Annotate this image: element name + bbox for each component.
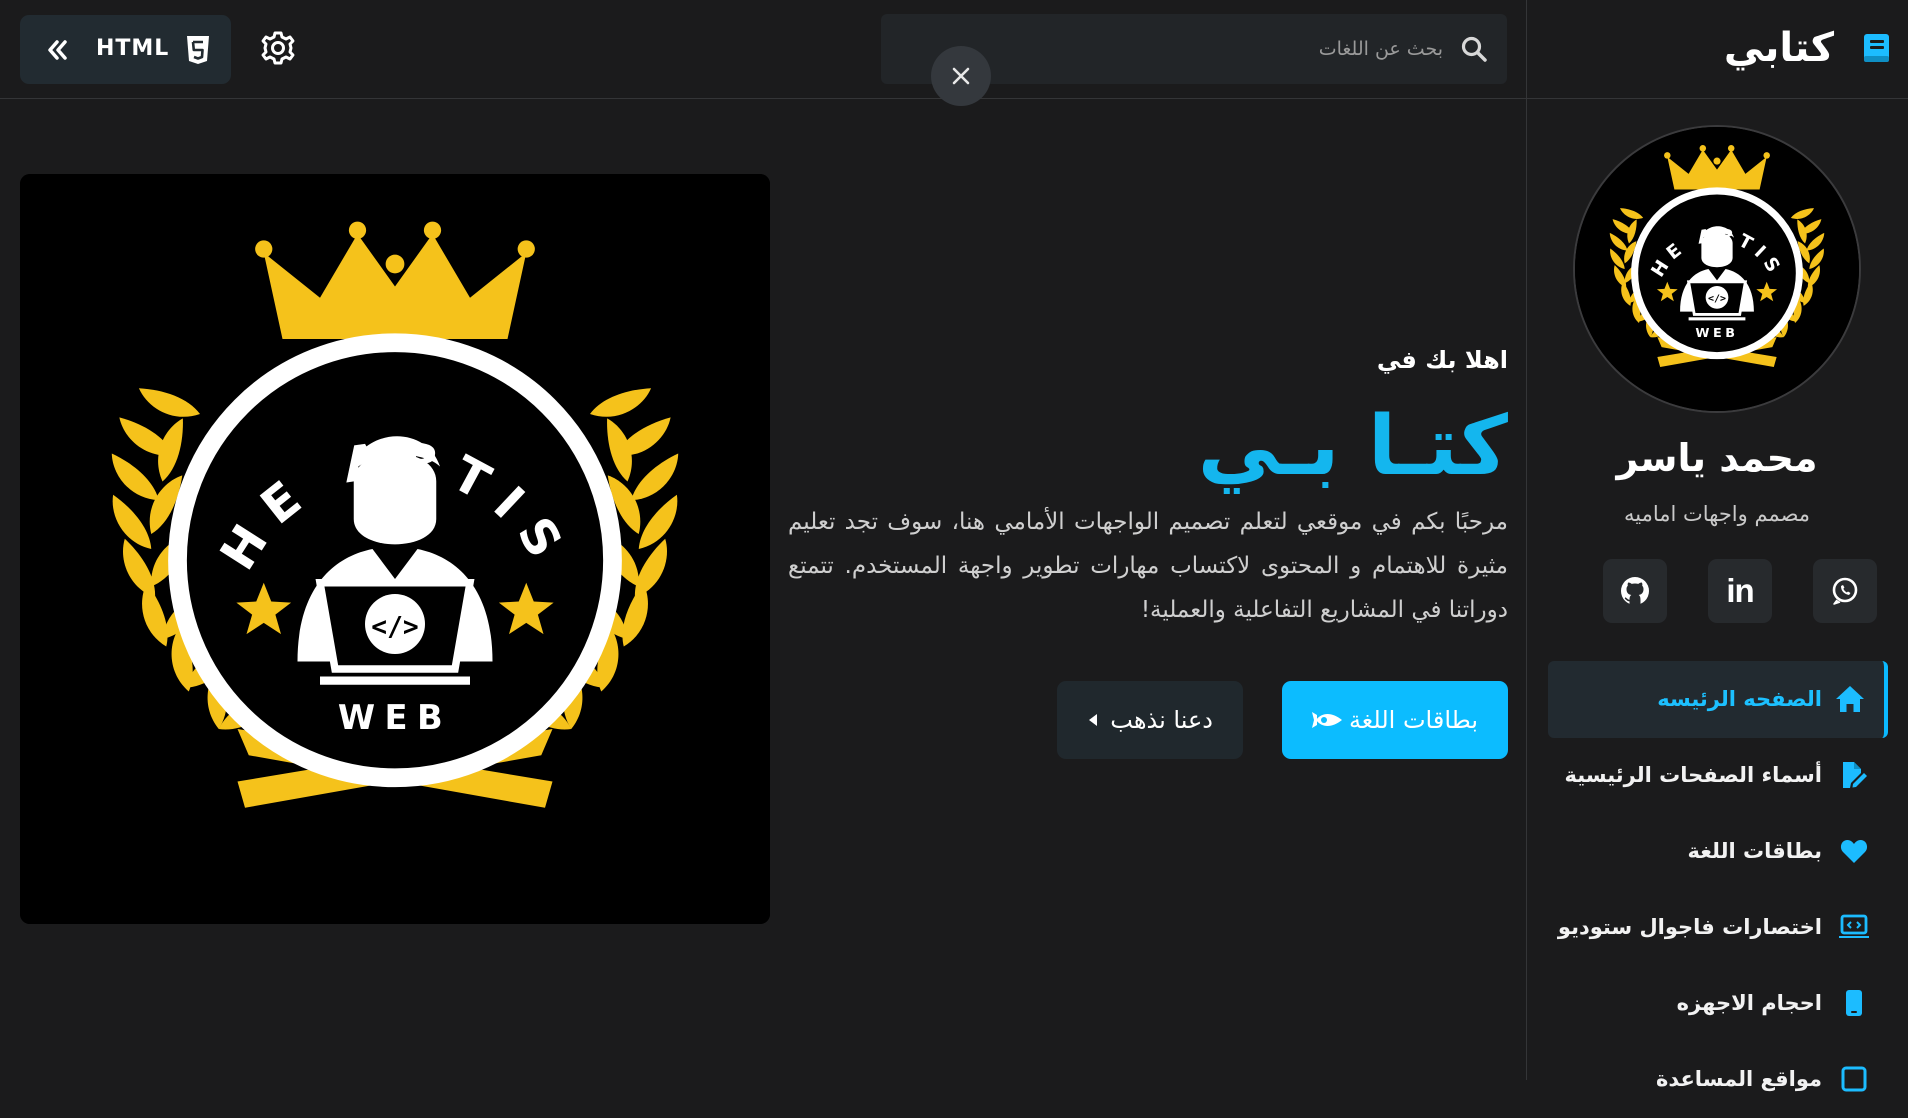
language-cards-button-label: بطاقات اللغة (1348, 706, 1478, 734)
top-bar: HTML (0, 0, 1526, 106)
lets-go-button[interactable]: دعنا نذهب (1057, 681, 1243, 759)
link-icon (1841, 1066, 1867, 1092)
brand-title: كتابي (1723, 25, 1834, 71)
close-search-button[interactable] (931, 46, 991, 106)
whatsapp-icon (1832, 577, 1858, 605)
mobile-icon (1846, 990, 1862, 1016)
search-icon (1461, 36, 1487, 62)
github-icon (1621, 577, 1649, 605)
html5-icon (187, 36, 209, 64)
linkedin-icon: in (1726, 572, 1754, 609)
language-cards-button[interactable]: بطاقات اللغة (1282, 681, 1508, 759)
laptop-code-icon (1839, 914, 1869, 938)
profile-role: مصمم واجهات اماميه (1623, 502, 1811, 526)
sidebar-item-language-cards[interactable]: بطاقات اللغة (1548, 813, 1888, 890)
home-icon (1836, 686, 1864, 712)
rocket-icon (1312, 712, 1342, 728)
file-edit-icon (1843, 762, 1867, 788)
hero-title: كتـا بـي (1197, 399, 1508, 494)
gear-icon[interactable] (258, 28, 298, 68)
sidebar-item-label: احجام الاجهزه (1676, 991, 1822, 1015)
sidebar-item-label: اختصارات فاجوال ستوديو (1557, 915, 1822, 939)
double-chevron-left-icon[interactable] (42, 35, 72, 65)
sidebar-item-page-names[interactable]: أسماء الصفحات الرئيسية (1548, 737, 1888, 814)
language-label: HTML (96, 36, 170, 61)
sidebar-item-label: بطاقات اللغة (1687, 839, 1822, 863)
brand[interactable]: كتابي (1526, 0, 1908, 99)
language-switcher[interactable]: HTML (20, 15, 231, 84)
sidebar-item-vscode-shortcuts[interactable]: اختصارات فاجوال ستوديو (1548, 889, 1888, 966)
hero-description: مرحبًا بكم في موقعي لتعلم تصميم الواجهات… (788, 509, 1508, 623)
sidebar: كتابي محمد ياسر مصمم واجهات اماميه in ال… (1526, 0, 1908, 1092)
hero-eyebrow: اهلا بك في (1376, 346, 1508, 374)
hero-image: THE ARTIST WEB </> (20, 174, 770, 924)
book-icon (1864, 34, 1889, 62)
artist-logo-small (1575, 127, 1859, 411)
sidebar-item-device-sizes[interactable]: احجام الاجهزه (1548, 965, 1888, 1042)
close-icon (952, 67, 970, 85)
lets-go-button-label: دعنا نذهب (1110, 706, 1213, 734)
heart-icon (1840, 840, 1868, 863)
sidebar-item-home[interactable]: الصفحه الرئيسه (1548, 661, 1888, 738)
caret-left-icon (1089, 714, 1097, 726)
search-input[interactable] (965, 32, 1445, 66)
profile-name: محمد ياسر (1616, 436, 1818, 480)
artist-logo-large: THE ARTIST WEB </> (20, 174, 770, 924)
sidebar-item-label: أسماء الصفحات الرئيسية (1564, 763, 1822, 787)
sidebar-item-label: مواقع المساعدة (1655, 1067, 1822, 1091)
avatar (1573, 125, 1861, 413)
github-button[interactable] (1603, 559, 1667, 623)
linkedin-button[interactable]: in (1708, 559, 1772, 623)
whatsapp-button[interactable] (1813, 559, 1877, 623)
sidebar-item-label: الصفحه الرئيسه (1657, 687, 1822, 711)
